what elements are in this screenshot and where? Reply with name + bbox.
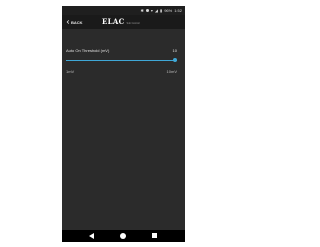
nav-home-icon[interactable]: [120, 233, 126, 239]
mute-icon: [145, 9, 149, 12]
status-bar: ✱ ▾ ◢ ▮ 96% 1:52: [62, 6, 185, 15]
phone-screen: ✱ ▾ ◢ ▮ 96% 1:52 BACK ELAC Sub Control A…: [62, 6, 185, 242]
setting-label: Auto On Threshold (mV): [66, 48, 110, 53]
chevron-left-icon: [66, 20, 70, 24]
back-button[interactable]: BACK: [66, 19, 83, 25]
app-header: BACK ELAC Sub Control: [62, 15, 185, 29]
back-label: BACK: [71, 19, 83, 25]
logo-text: ELAC: [102, 17, 125, 26]
threshold-slider[interactable]: [66, 58, 177, 64]
slider-thumb[interactable]: [173, 58, 177, 62]
slider-max-label: 10mV: [166, 69, 177, 74]
clock: 1:52: [174, 8, 182, 13]
setting-value: 10: [172, 48, 177, 53]
slider-min-label: 1mV: [66, 69, 75, 74]
battery-percent: 96%: [164, 8, 173, 13]
slider-track[interactable]: [66, 60, 177, 61]
bluetooth-icon: ✱: [140, 8, 144, 13]
nav-recents-icon[interactable]: [152, 233, 157, 238]
signal-icon: ◢: [154, 8, 158, 13]
elac-logo: ELAC Sub Control: [102, 18, 140, 26]
nav-back-icon[interactable]: [89, 233, 94, 239]
battery-icon: ▮: [159, 8, 163, 13]
status-icons: ✱ ▾ ◢ ▮ 96% 1:52: [141, 8, 182, 13]
logo-subtitle: Sub Control: [126, 22, 140, 25]
wifi-icon: ▾: [150, 8, 153, 13]
navigation-bar: [62, 230, 185, 242]
